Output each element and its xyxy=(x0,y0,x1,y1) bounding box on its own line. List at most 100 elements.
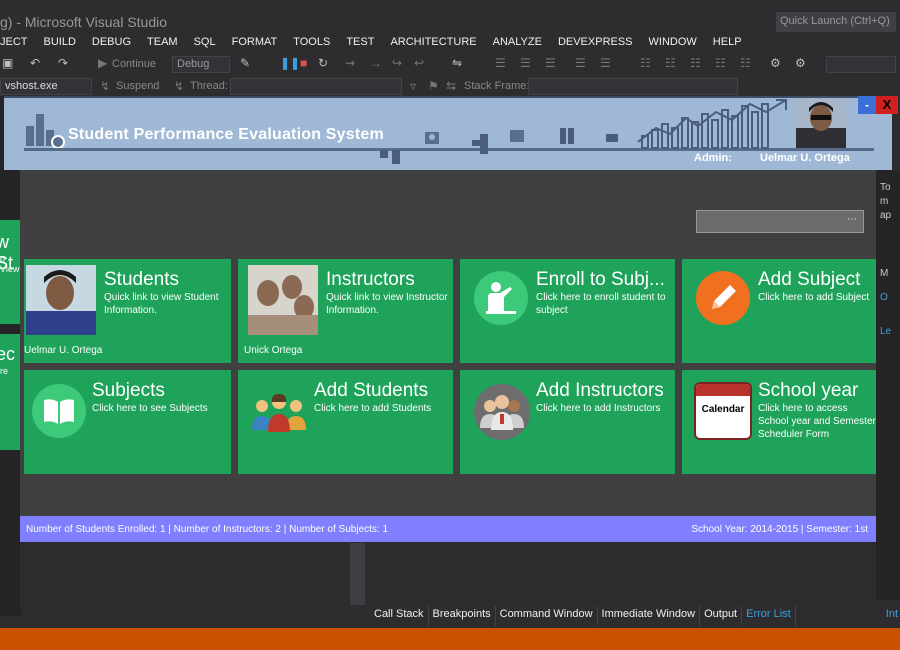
right-panel-text-4: M xyxy=(880,268,889,279)
book-icon-glyph xyxy=(44,399,74,424)
redo-icon[interactable]: ↷ xyxy=(58,56,68,70)
tab-int[interactable]: Int xyxy=(886,608,898,620)
align-icon-3[interactable]: ☰ xyxy=(545,56,556,70)
process-select[interactable]: vshost.exe xyxy=(0,78,92,95)
admin-name: Uelmar U. Ortega xyxy=(760,152,850,164)
vs-right-panel: To m ap M O Le xyxy=(876,170,900,600)
restart-icon[interactable]: ↻ xyxy=(318,56,328,70)
student-photo-image xyxy=(26,265,96,335)
spacing-icon-2[interactable]: ☷ xyxy=(665,56,676,70)
undo-icon[interactable]: ↶ xyxy=(30,56,40,70)
hex-icon[interactable]: ⇋ xyxy=(452,56,462,70)
calendar-icon: Calendar xyxy=(696,384,750,438)
filter-icon[interactable]: ▿ xyxy=(410,79,416,93)
vs-scrollbar[interactable] xyxy=(350,543,365,605)
tile-subjects[interactable]: Subjects Click here to see Subjects xyxy=(24,370,231,474)
status-counts: Number of Students Enrolled: 1 | Number … xyxy=(26,524,389,535)
tile-school-year-subtitle: Click here to access School year and Sem… xyxy=(758,403,876,440)
quick-launch-input[interactable]: Quick Launch (Ctrl+Q) xyxy=(776,12,896,32)
tile-enroll-subtitle: Click here to enroll student to subject xyxy=(536,292,666,316)
menu-test[interactable]: TEST xyxy=(338,34,382,52)
thread-select[interactable] xyxy=(230,78,402,95)
calendar-icon-text: Calendar xyxy=(701,404,745,415)
tile-school-year[interactable]: Calendar School year Click here to acces… xyxy=(682,370,876,474)
header-decoration-icons xyxy=(380,128,618,164)
tab-error-list[interactable]: Error List xyxy=(742,606,796,626)
step-into-icon[interactable]: → xyxy=(370,56,382,70)
vs-debug-toolbar: vshost.exe ↯ Suspend ↯ Thread: ▿ ⚑ ⇆ Sta… xyxy=(0,78,900,96)
format-icon-2[interactable]: ⚙ xyxy=(795,56,806,70)
stack-frame-select[interactable] xyxy=(528,78,738,95)
menu-build[interactable]: BUILD xyxy=(36,34,84,52)
swap-icon[interactable]: ⇆ xyxy=(446,79,456,93)
menu-sql[interactable]: SQL xyxy=(186,34,224,52)
menu-tools[interactable]: TOOLS xyxy=(285,34,338,52)
vs-toolbar: ▣ ↶ ↷ ▶ Continue Debug ✎ ❚❚ ■ ↻ ⇝ → ↪ ↩ … xyxy=(0,54,900,76)
continue-icon[interactable]: ▶ xyxy=(98,56,107,70)
tab-breakpoints[interactable]: Breakpoints xyxy=(429,606,496,626)
stop-icon[interactable]: ■ xyxy=(300,56,307,70)
browser-icon[interactable]: ✎ xyxy=(240,56,250,70)
menu-architecture[interactable]: ARCHITECTURE xyxy=(382,34,484,52)
save-icon[interactable]: ▣ xyxy=(2,56,13,70)
flag-icon[interactable]: ⚑ xyxy=(428,79,439,93)
tile-add-subject[interactable]: Add Subject Click here to add Subject xyxy=(682,259,876,363)
menu-window[interactable]: WINDOW xyxy=(641,34,705,52)
vs-status-bar xyxy=(0,628,900,650)
menu-debug[interactable]: DEBUG xyxy=(84,34,139,52)
background-tile-left-2-text: re xyxy=(0,366,9,376)
pencil-icon xyxy=(696,271,750,325)
menu-team[interactable]: TEAM xyxy=(139,34,186,52)
search-options-icon[interactable]: ⋯ xyxy=(847,214,857,225)
tab-immediate-window[interactable]: Immediate Window xyxy=(598,606,701,626)
tile-enroll-title: Enroll to Subj... xyxy=(536,269,665,290)
tile-students[interactable]: Students Quick link to view Student Info… xyxy=(24,259,231,363)
align-icon-1[interactable]: ☰ xyxy=(495,56,506,70)
show-next-icon[interactable]: ⇝ xyxy=(345,56,355,70)
tab-command-window[interactable]: Command Window xyxy=(496,606,598,626)
student-photo xyxy=(26,265,96,335)
tile-instructors[interactable]: Instructors Quick link to view Instructo… xyxy=(238,259,453,363)
align-icon-5[interactable]: ☰ xyxy=(600,56,611,70)
status-school-year: School Year: 2014-2015 | Semester: 1st xyxy=(691,524,868,535)
vs-window: g) - Microsoft Visual Studio Quick Launc… xyxy=(0,0,900,650)
spacing-icon-1[interactable]: ☷ xyxy=(640,56,651,70)
format-icon-1[interactable]: ⚙ xyxy=(770,56,781,70)
thread-icon: ↯ xyxy=(174,79,185,93)
tile-add-students[interactable]: Add Students Click here to add Students xyxy=(238,370,453,474)
tile-students-subtitle: Quick link to view Student Information. xyxy=(104,292,219,316)
close-button[interactable]: X xyxy=(876,96,898,114)
extra-select[interactable] xyxy=(826,56,896,73)
suspend-icon[interactable]: ↯ xyxy=(100,79,110,93)
pause-icon[interactable]: ❚❚ xyxy=(280,56,300,70)
right-panel-link-1[interactable]: O xyxy=(880,292,888,303)
continue-button[interactable]: Continue xyxy=(112,58,156,70)
tile-add-instructors-subtitle: Click here to add Instructors xyxy=(536,403,661,414)
menu-project[interactable]: JECT xyxy=(0,34,36,52)
spacing-icon-4[interactable]: ☷ xyxy=(715,56,726,70)
tile-instructors-title: Instructors xyxy=(326,269,415,290)
align-icon-4[interactable]: ☰ xyxy=(575,56,586,70)
search-input[interactable]: ⋯ xyxy=(696,210,864,233)
vs-title-bar: g) - Microsoft Visual Studio Quick Launc… xyxy=(0,0,900,34)
spacing-icon-5[interactable]: ☷ xyxy=(740,56,751,70)
right-panel-link-2[interactable]: Le xyxy=(880,326,891,337)
instructors-group-icon xyxy=(474,384,530,440)
config-select[interactable]: Debug xyxy=(172,56,230,73)
menu-devexpress[interactable]: DEVEXPRESS xyxy=(550,34,641,52)
tile-add-instructors[interactable]: Add Instructors Click here to add Instru… xyxy=(460,370,675,474)
menu-format[interactable]: FORMAT xyxy=(224,34,286,52)
suspend-button[interactable]: Suspend xyxy=(116,80,159,92)
align-icon-2[interactable]: ☰ xyxy=(520,56,531,70)
teacher-icon xyxy=(474,271,528,325)
tile-enroll[interactable]: Enroll to Subj... Click here to enroll s… xyxy=(460,259,675,363)
menu-analyze[interactable]: ANALYZE xyxy=(485,34,550,52)
step-over-icon[interactable]: ↪ xyxy=(392,56,402,70)
step-out-icon[interactable]: ↩ xyxy=(414,56,424,70)
instructor-photo xyxy=(248,265,318,335)
tab-call-stack[interactable]: Call Stack xyxy=(370,606,429,626)
tab-output[interactable]: Output xyxy=(700,606,743,626)
menu-help[interactable]: HELP xyxy=(705,34,750,52)
spacing-icon-3[interactable]: ☷ xyxy=(690,56,701,70)
minimize-button[interactable]: - xyxy=(858,96,876,114)
